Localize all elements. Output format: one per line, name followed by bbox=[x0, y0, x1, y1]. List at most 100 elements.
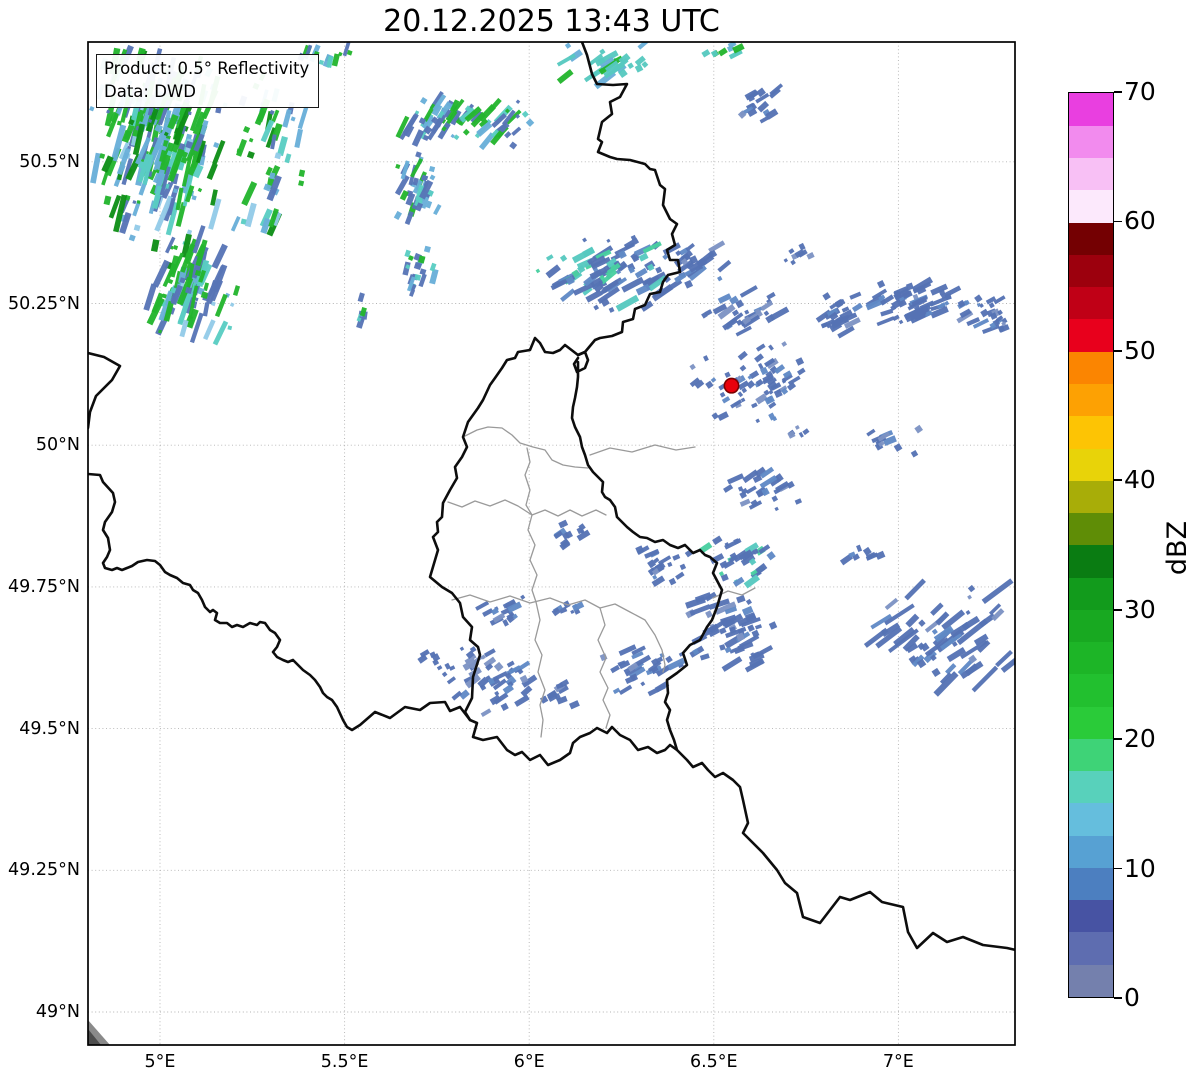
colorbar-segment bbox=[1069, 802, 1113, 836]
radar-cluster bbox=[356, 292, 368, 329]
data-source-line: Data: DWD bbox=[104, 82, 196, 101]
radar-cluster bbox=[685, 591, 778, 673]
admin-borders-gray bbox=[447, 426, 756, 738]
x-tick-label: 7°E bbox=[882, 1052, 914, 1072]
colorbar-segment bbox=[1069, 415, 1113, 449]
colorbar-unit-label: dBZ bbox=[1162, 520, 1193, 576]
colorbar-segment bbox=[1069, 189, 1113, 223]
colorbar-segment bbox=[1069, 738, 1113, 772]
colorbar-segment bbox=[1069, 254, 1113, 288]
radar-cluster bbox=[787, 425, 810, 439]
colorbar-segment bbox=[1069, 351, 1113, 384]
product-line: Product: 0.5° Reflectivity bbox=[104, 59, 310, 78]
colorbar-tick-mark bbox=[1114, 91, 1122, 93]
colorbar-segment bbox=[1069, 673, 1113, 707]
radar-figure: 20.12.2025 13:43 UTC 50.5°N 50.25°N 50°N… bbox=[0, 0, 1202, 1081]
radar-cluster bbox=[402, 245, 439, 297]
radar-cluster bbox=[783, 242, 815, 266]
colorbar-segment bbox=[1069, 222, 1113, 255]
radar-cluster bbox=[143, 225, 241, 346]
colorbar-segment bbox=[1069, 609, 1113, 643]
colorbar-segment bbox=[1069, 318, 1113, 352]
colorbar-segment bbox=[1069, 964, 1113, 997]
border-france-belgium-b bbox=[88, 472, 472, 732]
colorbar-segment bbox=[1069, 157, 1113, 191]
radar-cluster bbox=[737, 83, 784, 124]
x-tick-label: 6°E bbox=[513, 1052, 545, 1072]
grid-lines bbox=[88, 42, 1015, 1045]
y-tick-label: 49.75°N bbox=[8, 576, 80, 597]
radar-cluster bbox=[866, 424, 924, 458]
colorbar-segment bbox=[1069, 706, 1113, 739]
map-plot-area bbox=[87, 41, 1016, 1046]
colorbar-segment bbox=[1069, 447, 1113, 481]
colorbar-segment bbox=[1069, 383, 1113, 417]
y-tick-label: 50.5°N bbox=[19, 151, 80, 172]
border-belgium-germany bbox=[576, 42, 682, 357]
colorbar-tick-label: 60 bbox=[1124, 206, 1156, 236]
radar-cluster bbox=[539, 679, 580, 710]
colorbar-segment bbox=[1069, 286, 1113, 320]
radar-reflectivity-cells bbox=[89, 42, 1015, 717]
x-tick-label: 6.5°E bbox=[689, 1052, 738, 1072]
colorbar-segment bbox=[1069, 931, 1113, 965]
x-tick-label: 5.5°E bbox=[320, 1052, 369, 1072]
colorbar-tick-label: 30 bbox=[1124, 594, 1156, 624]
colorbar-segment bbox=[1069, 641, 1113, 675]
colorbar-segment bbox=[1069, 576, 1113, 610]
y-tick-label: 49°N bbox=[35, 1002, 80, 1022]
y-tick-label: 49.25°N bbox=[8, 860, 80, 881]
colorbar-tick-mark bbox=[1114, 220, 1122, 223]
radar-cluster bbox=[551, 600, 585, 617]
colorbar-tick-label: 20 bbox=[1124, 724, 1156, 754]
radar-cluster bbox=[698, 535, 776, 589]
axes-frame bbox=[87, 41, 1016, 1046]
radar-cluster bbox=[535, 234, 683, 313]
colorbar-tick-mark bbox=[1114, 479, 1122, 482]
colorbar-segment bbox=[1069, 835, 1113, 868]
colorbar-segment bbox=[1069, 480, 1113, 514]
colorbar-tick-mark bbox=[1114, 738, 1122, 740]
colorbar-tick-mark bbox=[1114, 608, 1122, 611]
radar-cluster bbox=[865, 276, 962, 327]
domain-edge-wedge bbox=[88, 1020, 110, 1045]
radar-cluster bbox=[701, 42, 745, 60]
colorbar-segment bbox=[1069, 899, 1113, 933]
colorbar-tick-label: 10 bbox=[1124, 853, 1156, 883]
colorbar-segment bbox=[1069, 770, 1113, 804]
colorbar-segment bbox=[1069, 125, 1113, 159]
colorbar-tick-label: 0 bbox=[1124, 983, 1140, 1012]
radar-cluster bbox=[556, 42, 654, 90]
product-info-box: Product: 0.5° Reflectivity Data: DWD bbox=[96, 54, 320, 108]
radar-cluster bbox=[458, 97, 535, 151]
radar-cluster bbox=[417, 649, 451, 678]
radar-cluster bbox=[599, 644, 686, 697]
colorbar-segment bbox=[1069, 544, 1113, 578]
radar-cluster bbox=[863, 578, 1015, 697]
radar-cluster bbox=[635, 545, 693, 587]
x-tick-label: 5°E bbox=[144, 1052, 176, 1072]
colorbar-tick-mark bbox=[1114, 867, 1122, 870]
colorbar-tick-label: 50 bbox=[1124, 335, 1156, 365]
radar-cluster bbox=[839, 544, 886, 566]
radar-cluster bbox=[723, 466, 803, 512]
radar-cluster bbox=[701, 285, 790, 337]
border-france-belgium-a bbox=[88, 351, 122, 430]
radar-cluster bbox=[815, 291, 863, 339]
colorbar-tick-mark bbox=[1114, 997, 1122, 999]
colorbar-tick-mark bbox=[1114, 350, 1122, 352]
colorbar-tick-label: 40 bbox=[1124, 465, 1156, 495]
colorbar bbox=[1068, 92, 1114, 998]
y-tick-label: 50.25°N bbox=[8, 293, 80, 314]
radar-cluster bbox=[393, 151, 442, 225]
colorbar-segment bbox=[1069, 867, 1113, 901]
radar-cluster bbox=[553, 519, 591, 551]
y-tick-label: 49.5°N bbox=[19, 718, 80, 739]
colorbar-segment bbox=[1069, 93, 1113, 126]
radar-site-marker-icon bbox=[723, 377, 740, 394]
radar-cluster bbox=[395, 91, 468, 147]
country-borders bbox=[88, 42, 1015, 952]
colorbar-tick-label: 70 bbox=[1124, 77, 1156, 106]
colorbar-segment bbox=[1069, 512, 1113, 546]
y-tick-label: 50°N bbox=[35, 435, 80, 456]
